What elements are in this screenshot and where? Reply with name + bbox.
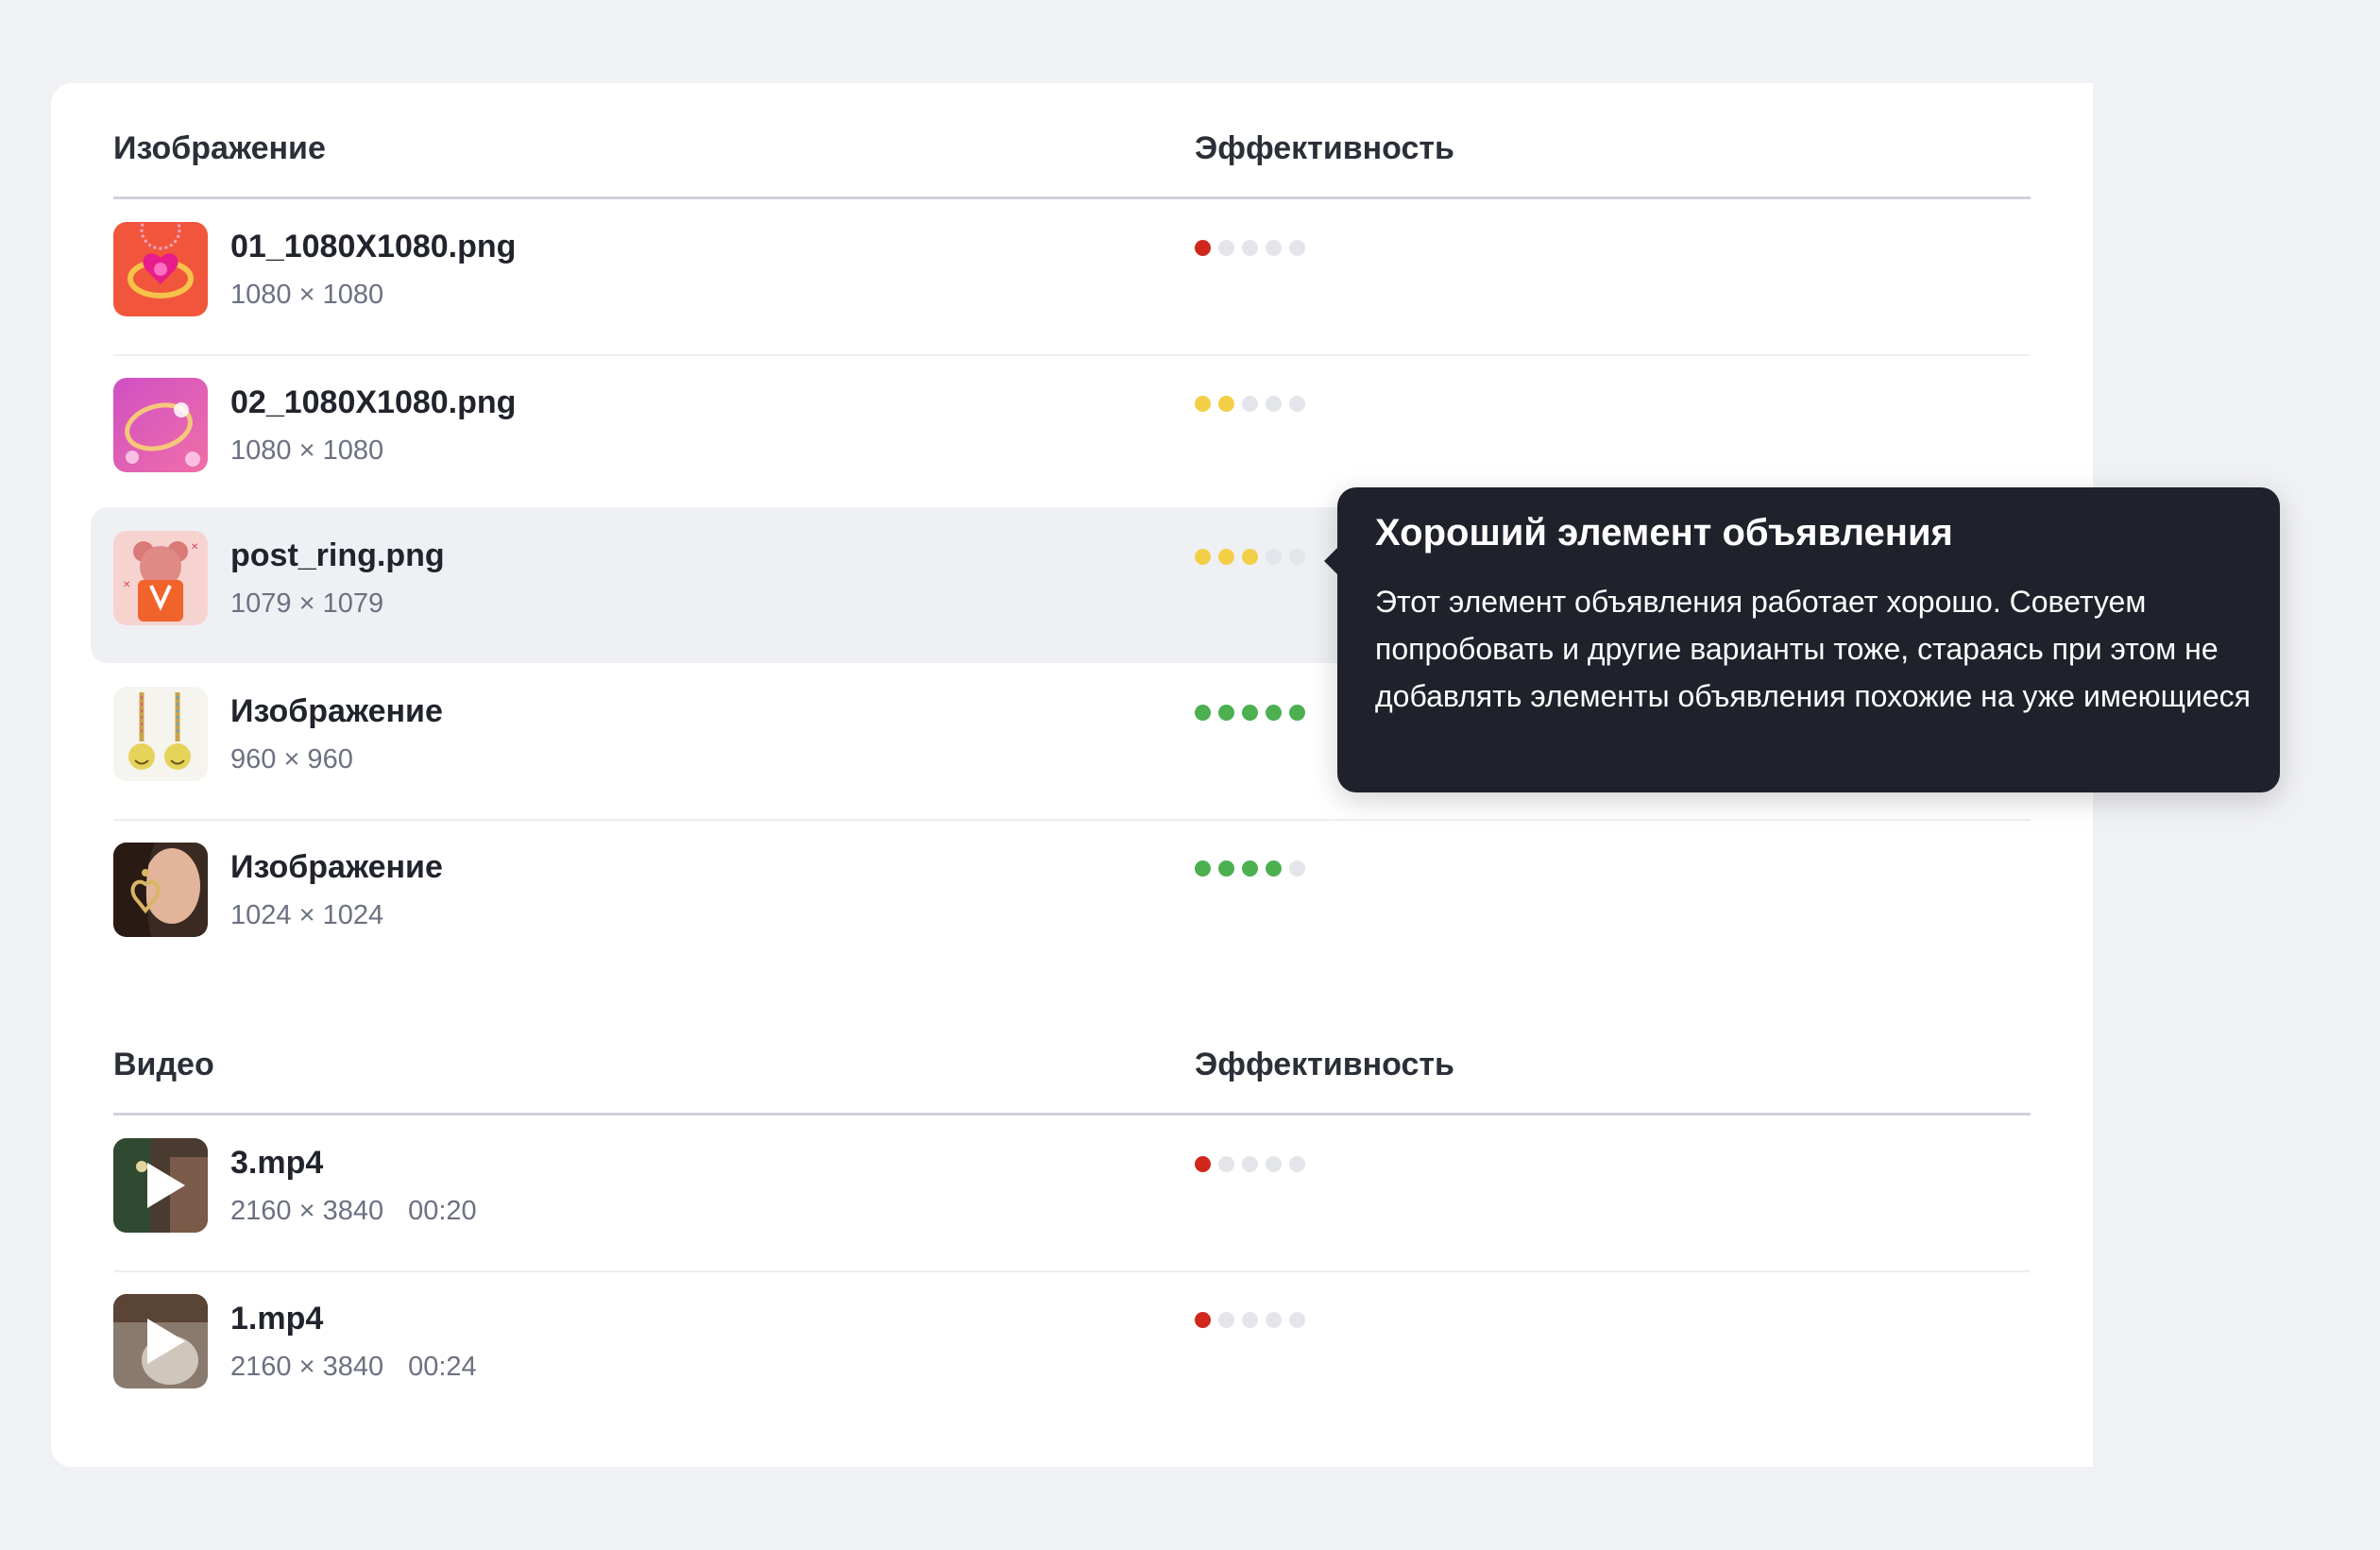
file-name: 01_1080X1080.png <box>230 229 517 264</box>
video-resolution: 2160 × 3840 <box>230 1196 384 1226</box>
rating-dot <box>1242 1156 1258 1172</box>
video-play-thumbnail <box>113 1138 208 1233</box>
pink-ring-thumbnail <box>113 222 208 316</box>
effectiveness-rating[interactable] <box>1195 860 1305 877</box>
woman-earring-thumbnail <box>113 843 208 937</box>
video-section-header: Видео Эффективность <box>113 999 2031 1116</box>
file-dimensions: 2160 × 3840 00:20 <box>230 1196 477 1227</box>
effectiveness-rating[interactable] <box>1195 549 1305 565</box>
rating-dot <box>1266 705 1282 721</box>
rating-dot <box>1242 860 1258 877</box>
rating-dot <box>1218 1312 1234 1328</box>
effectiveness-rating[interactable] <box>1195 705 1305 721</box>
video-play-thumbnail <box>113 1294 208 1388</box>
effectiveness-rating[interactable] <box>1195 396 1305 412</box>
rating-dot <box>1266 1156 1282 1172</box>
file-name: post_ring.png <box>230 537 445 573</box>
file-dimensions: 1080 × 1080 <box>230 280 384 310</box>
ring-magenta-thumbnail <box>113 378 208 472</box>
rating-dot <box>1195 549 1211 565</box>
svg-text:✕: ✕ <box>123 580 130 590</box>
rating-dot <box>1266 396 1282 412</box>
rating-dot <box>1195 860 1211 877</box>
file-dimensions: 1024 × 1024 <box>230 900 384 930</box>
rating-dot <box>1242 396 1258 412</box>
file-name: Изображение <box>230 693 443 729</box>
file-dimensions: 1080 × 1080 <box>230 435 384 466</box>
file-dimensions: 2160 × 3840 00:24 <box>230 1352 477 1383</box>
image-row[interactable]: Изображение 1024 × 1024 <box>113 819 2031 975</box>
file-name: 02_1080X1080.png <box>230 384 517 420</box>
rating-dot <box>1266 549 1282 565</box>
tooltip-title: Хороший элемент объявления <box>1375 512 1953 554</box>
tooltip-arrow <box>1324 546 1339 576</box>
rating-dot <box>1195 1156 1211 1172</box>
rating-dot <box>1195 1312 1211 1328</box>
images-effectiveness-title: Эффективность <box>1195 130 1454 166</box>
video-resolution: 2160 × 3840 <box>230 1352 384 1382</box>
rating-dot <box>1289 860 1305 877</box>
file-dimensions: 1079 × 1079 <box>230 588 384 619</box>
rating-dot <box>1289 240 1305 256</box>
rating-dot <box>1218 240 1234 256</box>
effectiveness-rating[interactable] <box>1195 1312 1305 1328</box>
video-duration: 00:20 <box>408 1196 477 1226</box>
video-row[interactable]: 3.mp4 2160 × 3840 00:20 <box>113 1115 2031 1272</box>
rating-dot <box>1289 1156 1305 1172</box>
tooltip-body: Этот элемент объявления работает хорошо.… <box>1375 585 2251 713</box>
rating-dot <box>1218 1156 1234 1172</box>
image-row[interactable]: 01_1080X1080.png 1080 × 1080 <box>113 198 2031 356</box>
rating-dot <box>1289 396 1305 412</box>
rating-dot <box>1195 240 1211 256</box>
rating-dot <box>1242 240 1258 256</box>
rating-dot <box>1266 1312 1282 1328</box>
svg-text:✕: ✕ <box>191 542 198 553</box>
rating-dot <box>1266 240 1282 256</box>
teddy-bear-thumbnail: ✕ ✕ <box>113 531 208 625</box>
file-name: 1.mp4 <box>230 1301 324 1337</box>
smiley-earrings-thumbnail <box>113 687 208 781</box>
rating-dot <box>1289 705 1305 721</box>
rating-dot <box>1218 396 1234 412</box>
rating-dot <box>1242 549 1258 565</box>
rating-dot <box>1266 860 1282 877</box>
effectiveness-rating[interactable] <box>1195 1156 1305 1172</box>
images-section-header: Изображение Эффективность <box>113 83 2031 199</box>
file-name: Изображение <box>230 849 443 885</box>
rating-dot <box>1289 1312 1305 1328</box>
effectiveness-rating[interactable] <box>1195 240 1305 256</box>
rating-dot <box>1218 860 1234 877</box>
images-column-title: Изображение <box>113 130 326 166</box>
rating-dot <box>1289 549 1305 565</box>
rating-dot <box>1195 705 1211 721</box>
effectiveness-tooltip: Хороший элемент объявления Этот элемент … <box>1324 487 2280 792</box>
video-effectiveness-title: Эффективность <box>1195 1047 1454 1082</box>
video-duration: 00:24 <box>408 1352 477 1382</box>
rating-dot <box>1218 549 1234 565</box>
video-row[interactable]: 1.mp4 2160 × 3840 00:24 <box>113 1270 2031 1426</box>
video-column-title: Видео <box>113 1047 214 1082</box>
rating-dot <box>1218 705 1234 721</box>
rating-dot <box>1195 396 1211 412</box>
rating-dot <box>1242 705 1258 721</box>
file-dimensions: 960 × 960 <box>230 744 353 775</box>
file-name: 3.mp4 <box>230 1145 324 1181</box>
rating-dot <box>1242 1312 1258 1328</box>
